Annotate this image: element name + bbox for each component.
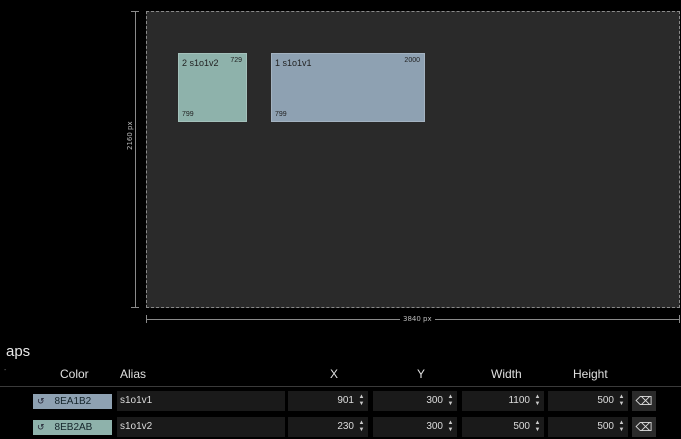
x-input[interactable]: 901 ▲ ▼ [288, 391, 368, 411]
section-title: aps [6, 343, 31, 360]
map-corner-value: 799 [275, 111, 287, 118]
spinner-icon[interactable]: ▲ ▼ [446, 394, 455, 408]
x-input[interactable]: 230 ▲ ▼ [288, 417, 368, 437]
y-input[interactable]: 300 ▲ ▼ [373, 417, 457, 437]
y-value: 300 [426, 421, 443, 432]
alias-input[interactable]: s1o1v2 [117, 417, 285, 437]
table-header: Color Alias X Y Width Height [0, 362, 681, 386]
spinner-icon[interactable]: ▲ ▼ [446, 420, 455, 434]
header-x: X [330, 367, 339, 381]
x-value: 901 [337, 395, 354, 406]
map-block-s1o1v2[interactable]: 2 s1o1v2 729 799 [178, 53, 247, 122]
map-name: 1 s1o1v1 [275, 58, 312, 68]
spinner-icon[interactable]: ▲ ▼ [533, 394, 542, 408]
spinner-icon[interactable]: ▲ ▼ [533, 420, 542, 434]
table-row: ↺ 8EB2AB s1o1v2 230 ▲ ▼ 300 ▲ ▼ 500 ▲ ▼ 500 … [0, 415, 681, 439]
reset-arrow-icon[interactable]: ↺ [37, 422, 45, 432]
table-row: ↺ 8EA1B2 s1o1v1 901 ▲ ▼ 300 ▲ ▼ 1100 ▲ ▼ 500… [0, 389, 681, 413]
height-value: 500 [597, 421, 614, 432]
map-corner-value: 729 [230, 57, 242, 64]
color-hex: 8EA1B2 [54, 396, 92, 407]
vertical-ruler [131, 11, 139, 308]
header-y: Y [417, 367, 426, 381]
header-width: Width [491, 367, 522, 381]
eraser-icon[interactable]: ⌫ [632, 391, 656, 411]
height-input[interactable]: 500 ▲ ▼ [548, 417, 628, 437]
spinner-icon[interactable]: ▲ ▼ [617, 420, 626, 434]
height-input[interactable]: 500 ▲ ▼ [548, 391, 628, 411]
y-input[interactable]: 300 ▲ ▼ [373, 391, 457, 411]
canvas-height-label: 2160 px [126, 119, 134, 152]
y-value: 300 [426, 395, 443, 406]
color-swatch[interactable]: ↺ 8EA1B2 [33, 394, 112, 409]
map-corner-value: 799 [182, 111, 194, 118]
map-corner-value: 2000 [404, 57, 420, 64]
alias-input[interactable]: s1o1v1 [117, 391, 285, 411]
width-input[interactable]: 1100 ▲ ▼ [462, 391, 544, 411]
canvas-width-label: 3840 px [400, 315, 435, 323]
spinner-icon[interactable]: ▲ ▼ [357, 394, 366, 408]
reset-arrow-icon[interactable]: ↺ [37, 396, 45, 406]
spinner-icon[interactable]: ▲ ▼ [357, 420, 366, 434]
width-value: 500 [513, 421, 530, 432]
map-block-s1o1v1[interactable]: 1 s1o1v1 2000 799 [271, 53, 425, 122]
map-name: 2 s1o1v2 [182, 58, 219, 68]
x-value: 230 [337, 421, 354, 432]
width-input[interactable]: 500 ▲ ▼ [462, 417, 544, 437]
eraser-icon[interactable]: ⌫ [632, 417, 656, 437]
color-swatch[interactable]: ↺ 8EB2AB [33, 420, 112, 435]
height-value: 500 [597, 395, 614, 406]
header-alias: Alias [120, 367, 147, 381]
header-height: Height [573, 367, 608, 381]
spinner-icon[interactable]: ▲ ▼ [617, 394, 626, 408]
color-hex: 8EB2AB [54, 422, 93, 433]
header-divider [0, 386, 681, 387]
width-value: 1100 [508, 395, 530, 406]
header-color: Color [60, 367, 89, 381]
